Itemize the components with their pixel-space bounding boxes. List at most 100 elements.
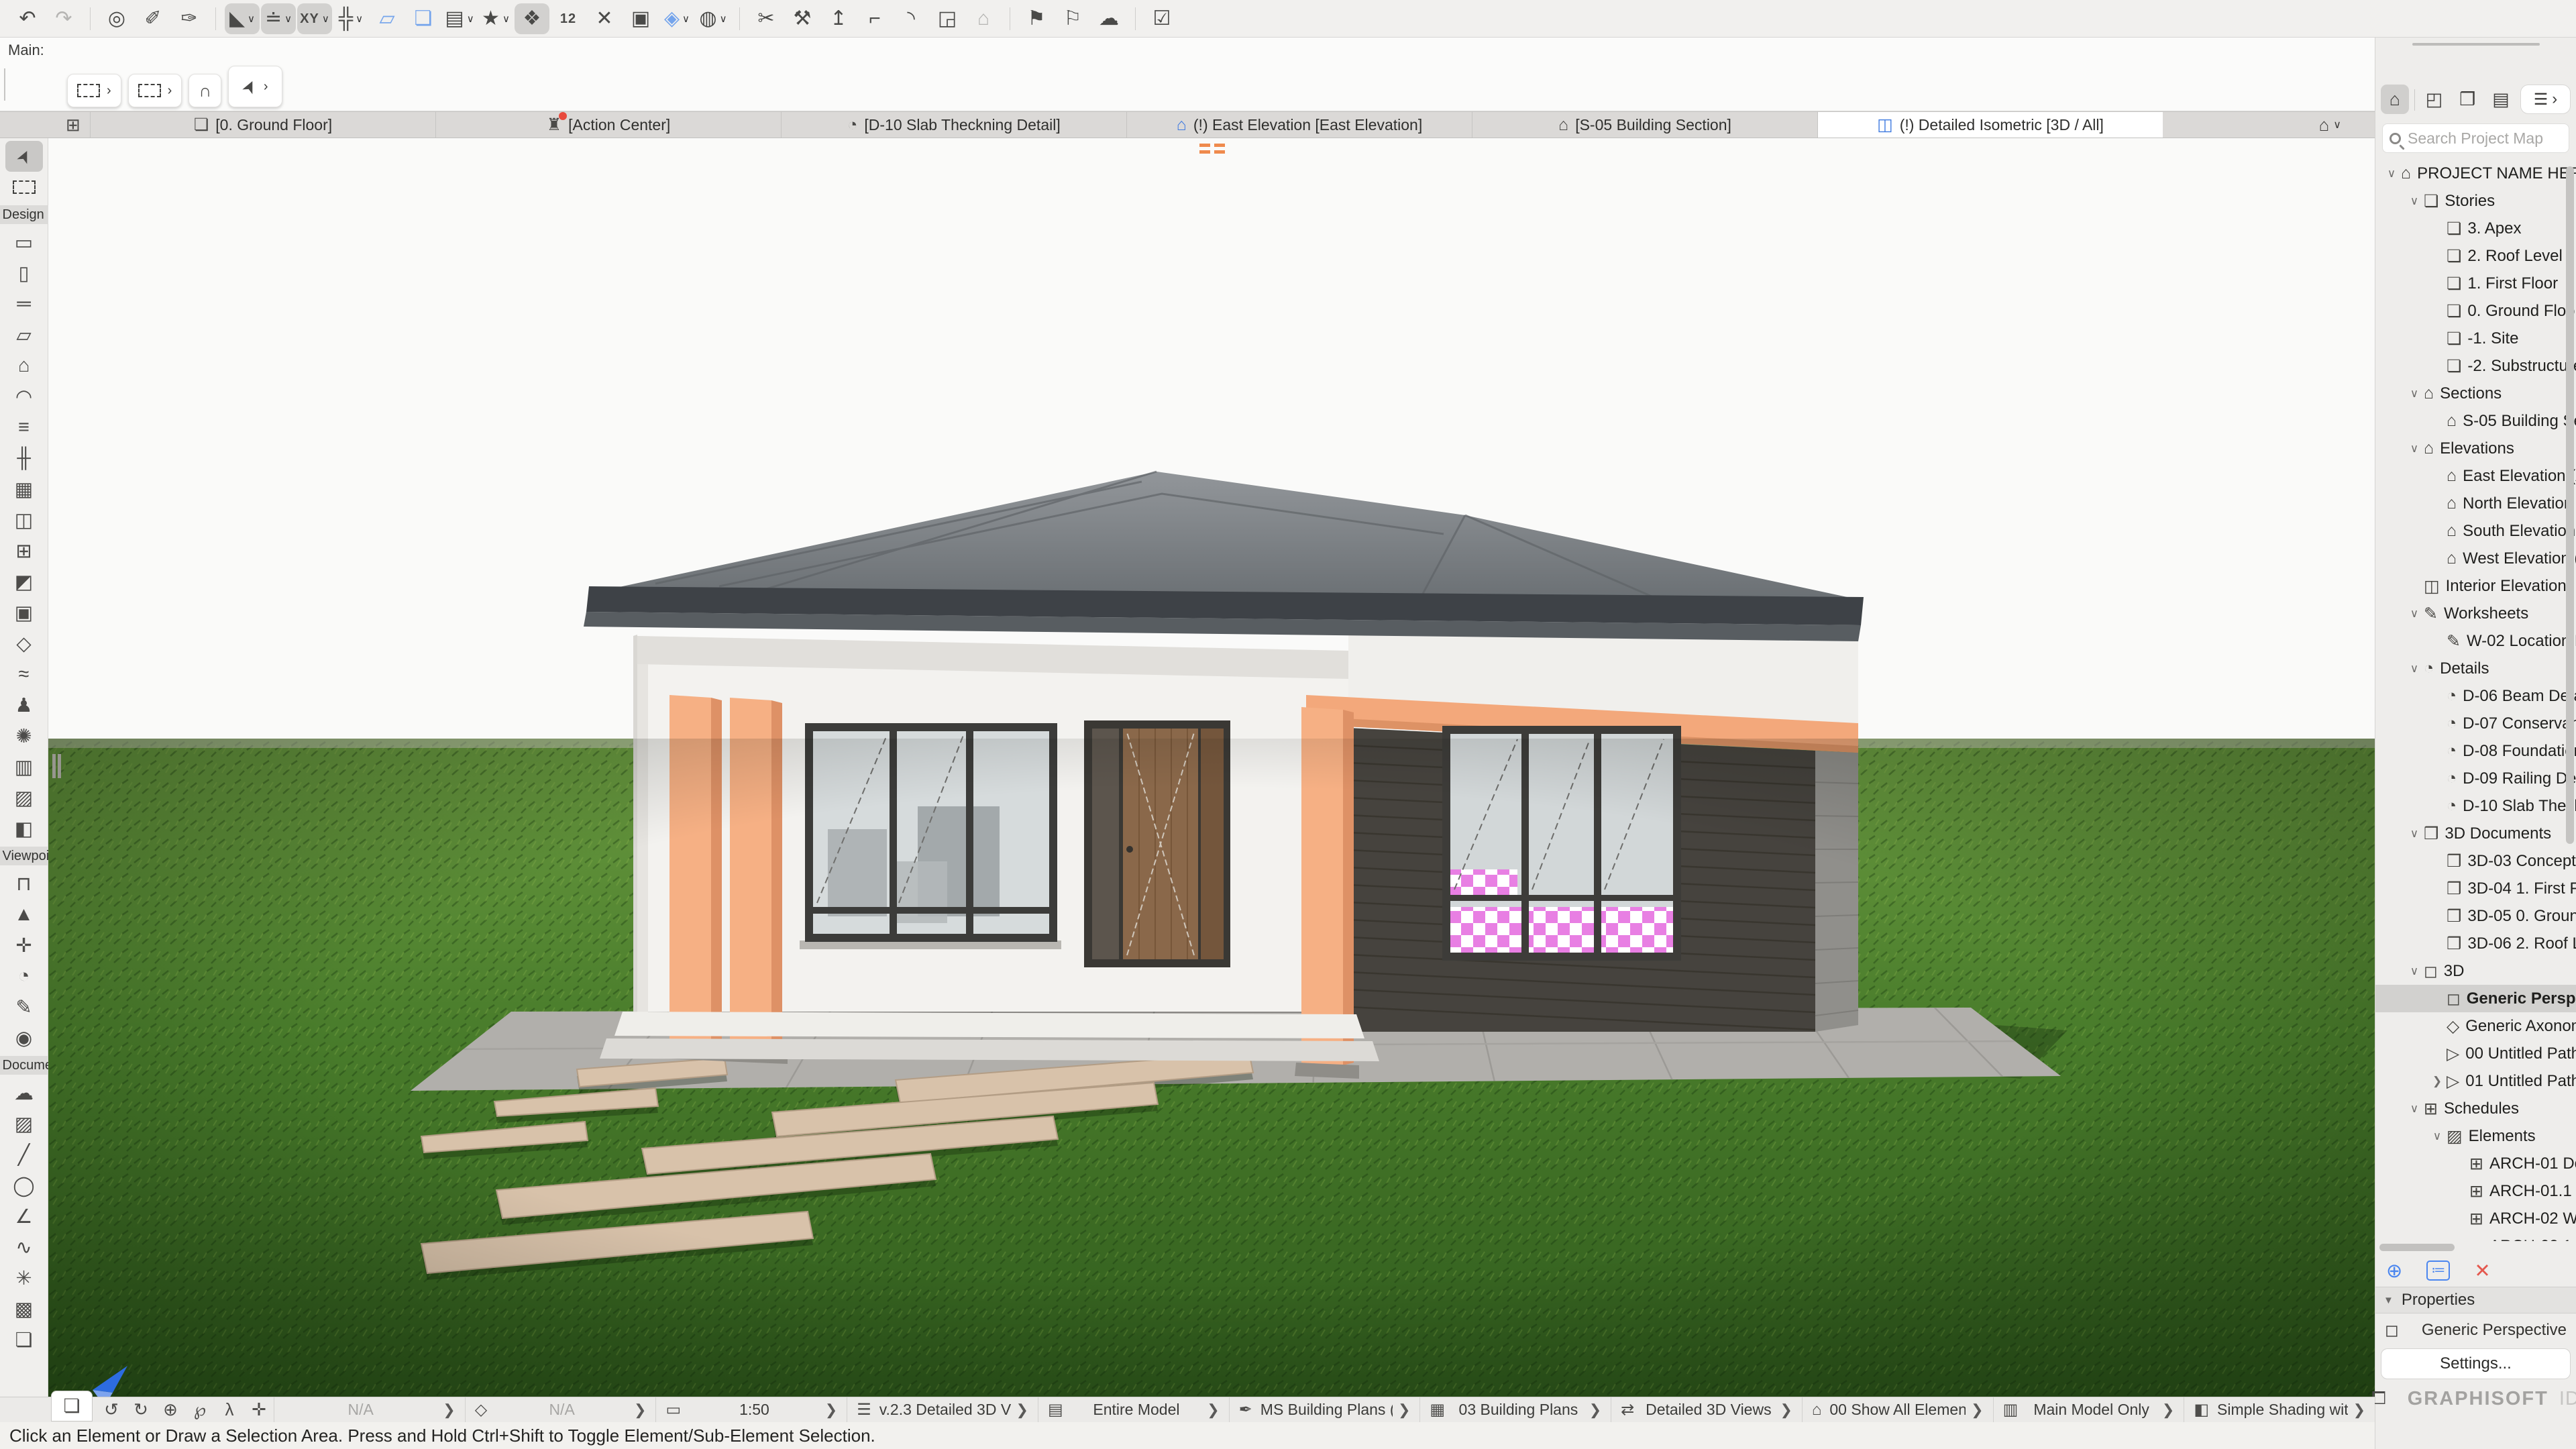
camera-tool[interactable]: ◉ — [5, 1022, 43, 1053]
chevron-down-icon[interactable]: ∨ — [2405, 607, 2424, 621]
fillet-button[interactable]: ◝ — [894, 3, 928, 34]
tree-item-generic-perspect[interactable]: ◻Generic Perspect — [2375, 985, 2576, 1012]
search-input[interactable] — [2408, 129, 2562, 148]
scale-segment[interactable]: ▭1:50❯ — [655, 1397, 847, 1422]
circle-tool[interactable]: ◯ — [5, 1170, 43, 1201]
navigator-menu-button[interactable]: ☰› — [2520, 85, 2571, 114]
model-filter-segment[interactable]: ▤Entire Model❯ — [1038, 1397, 1229, 1422]
chevron-down-icon[interactable]: ∨ — [2405, 1102, 2424, 1116]
measure-button[interactable]: 12 — [551, 3, 586, 34]
tab--d-10-slab-theckning-detail-[interactable]: ◔[D-10 Slab Theckning Detail] — [781, 112, 1126, 138]
tree-item-schedules[interactable]: ∨⊞Schedules — [2375, 1095, 2576, 1122]
tree-item-worksheets[interactable]: ∨✎Worksheets — [2375, 600, 2576, 627]
shading-segment[interactable]: ◧Simple Shading with S...❯ — [2184, 1397, 2375, 1422]
arrow-button[interactable]: ➤› — [228, 66, 282, 107]
tree-item-3d-04-1-first-floo[interactable]: ❒3D-04 1. First Floo — [2375, 875, 2576, 902]
interior-elevation-tool[interactable]: ✛ — [5, 930, 43, 961]
tree-item-00-untitled-path[interactable]: ▷00 Untitled Path — [2375, 1040, 2576, 1067]
tree-item-north-elevation-a[interactable]: ⌂North Elevation (A — [2375, 490, 2576, 517]
tree-item-d-09-railing-detai[interactable]: ◔D-09 Railing Detai — [2375, 765, 2576, 792]
cloud-sync-button[interactable]: ☁ — [1091, 3, 1126, 34]
tree-item-details[interactable]: ∨◔Details — [2375, 655, 2576, 682]
tree-item-3d[interactable]: ∨◻3D — [2375, 957, 2576, 985]
window-tool[interactable]: ⊞ — [5, 535, 43, 566]
tree-item-d-10-slab-theckni[interactable]: ◔D-10 Slab Theckni — [2375, 792, 2576, 820]
delete-viewpoint-button[interactable]: ✕ — [2474, 1259, 2490, 1283]
search-field[interactable] — [2382, 123, 2569, 153]
morph-tool[interactable]: ◇ — [5, 628, 43, 659]
pen-set-segment[interactable]: ✒MS Building Plans (AR...❯ — [1229, 1397, 1420, 1422]
chevron-down-icon[interactable]: ∨ — [2405, 387, 2424, 400]
roof-tool[interactable]: ⌂ — [5, 350, 43, 381]
resize-button[interactable]: ◲ — [930, 3, 965, 34]
corner-button[interactable]: ⌐ — [857, 3, 892, 34]
layout-segment[interactable]: ▦03 Building Plans❯ — [1419, 1397, 1611, 1422]
find-select-button[interactable]: ◎ — [99, 3, 134, 34]
project-map-button[interactable]: ⌂ — [2381, 85, 2409, 114]
tree-item-interior-elevations[interactable]: ◫Interior Elevations — [2375, 572, 2576, 600]
drawing-tool[interactable]: ❏ — [5, 1324, 43, 1355]
tree-item-arch-02-1-win[interactable]: ⊞ARCH-02.1 Win — [2375, 1232, 2576, 1241]
column-tool[interactable]: ▯ — [5, 258, 43, 288]
grid-snap-button[interactable]: ╬∨ — [333, 3, 368, 34]
tree-item-1-first-floor[interactable]: ❏1. First Floor — [2375, 270, 2576, 297]
tree-item-d-06-beam-detail[interactable]: ◔D-06 Beam Detail — [2375, 682, 2576, 710]
scrollbar-thumb[interactable] — [2379, 1244, 2455, 1251]
trace-options-button[interactable]: ❏ — [406, 3, 441, 34]
flag-button[interactable]: ⚑ — [1019, 3, 1054, 34]
tree-item-w-02-location-ma[interactable]: ✎W-02 Location Ma — [2375, 627, 2576, 655]
transform-button[interactable]: ▣ — [623, 3, 658, 34]
figure-tool[interactable]: ▩ — [5, 1293, 43, 1324]
tab--0-ground-floor-[interactable]: ❏[0. Ground Floor] — [90, 112, 435, 138]
tab-dropdown-button[interactable]: ⌂∨ — [2319, 115, 2341, 136]
slab-tool[interactable]: ▱ — [5, 319, 43, 350]
snap-guides-button[interactable]: ≐∨ — [261, 3, 296, 34]
element-filter-segment[interactable]: ⌂00 Show All Elements❯ — [1802, 1397, 1993, 1422]
tree-item-3-apex[interactable]: ❏3. Apex — [2375, 215, 2576, 242]
object-tool[interactable]: ♟ — [5, 690, 43, 720]
tab--action-center-[interactable]: ♜[Action Center] — [435, 112, 781, 138]
guide-lines-button[interactable]: ◣∨ — [225, 3, 260, 34]
tree-item-elements[interactable]: ∨▨Elements — [2375, 1122, 2576, 1150]
orbit-button[interactable]: ℘ — [185, 1398, 215, 1422]
rotate-back-button[interactable]: ↺ — [97, 1398, 126, 1422]
pickup-parameters-button[interactable]: ✐ — [136, 3, 170, 34]
detail-tool[interactable]: ◔ — [5, 961, 43, 991]
stretch-button[interactable]: ✕ — [587, 3, 622, 34]
adjust-button[interactable]: ⚒ — [785, 3, 820, 34]
tree-item--1-site[interactable]: ❏-1. Site — [2375, 325, 2576, 352]
arrow-tool[interactable]: ➤ — [5, 141, 43, 172]
vertical-scrollbar[interactable] — [2566, 166, 2574, 844]
chevron-down-icon[interactable]: ∨ — [2405, 442, 2424, 455]
horizontal-scrollbar[interactable] — [2375, 1241, 2576, 1254]
undo-button[interactable]: ↶ — [10, 3, 45, 34]
pan-button[interactable]: ✛ — [244, 1398, 274, 1422]
shell-tool[interactable]: ◠ — [5, 381, 43, 412]
tree-item-01-untitled-path[interactable]: ❯▷01 Untitled Path — [2375, 1067, 2576, 1095]
model-scope-segment[interactable]: ▥Main Model Only❯ — [1993, 1397, 2184, 1422]
coordinate-input-button[interactable]: XY∨ — [297, 3, 332, 34]
chevron-down-icon[interactable]: ∨ — [2405, 965, 2424, 978]
inject-parameters-button[interactable]: ✑ — [172, 3, 207, 34]
fill-tool[interactable]: ▨ — [5, 1108, 43, 1139]
trace-reference-button[interactable]: ▱ — [370, 3, 405, 34]
zoom-in-button[interactable]: ⊕ — [156, 1398, 185, 1422]
tree-item-0-ground-floor[interactable]: ❏0. Ground Floor — [2375, 297, 2576, 325]
view-map-button[interactable]: ◰ — [2420, 85, 2449, 114]
split-button[interactable]: ✂ — [749, 3, 784, 34]
tree-item-3d-06-2-roof-lev[interactable]: ❒3D-06 2. Roof Lev — [2375, 930, 2576, 957]
spline-tool[interactable]: ∿ — [5, 1232, 43, 1263]
magnet-button[interactable]: ∩ — [189, 74, 221, 107]
view-settings-button[interactable]: ≔ — [2426, 1260, 2450, 1281]
tree-item-south-elevation-a[interactable]: ⌂South Elevation (A — [2375, 517, 2576, 545]
properties-header[interactable]: ▼ Properties — [2375, 1287, 2576, 1313]
tab--s-05-building-section-[interactable]: ⌂[S-05 Building Section] — [1472, 112, 1817, 138]
tree-item-arch-01-1-doo[interactable]: ⊞ARCH-01.1 Doo — [2375, 1177, 2576, 1205]
layout-book-button[interactable]: ❒ — [2453, 85, 2481, 114]
tab--detailed-isometric-3d-all-[interactable]: ◫(!) Detailed Isometric [3D / All] — [1817, 112, 2163, 138]
tree-item-arch-02-windo[interactable]: ⊞ARCH-02 Windo — [2375, 1205, 2576, 1232]
sun-shadow-button[interactable]: ◍∨ — [696, 3, 731, 34]
opening-tool[interactable]: ▣ — [5, 597, 43, 628]
tree-item-2-roof-level[interactable]: ❏2. Roof Level — [2375, 242, 2576, 270]
skylight-tool[interactable]: ◩ — [5, 566, 43, 597]
